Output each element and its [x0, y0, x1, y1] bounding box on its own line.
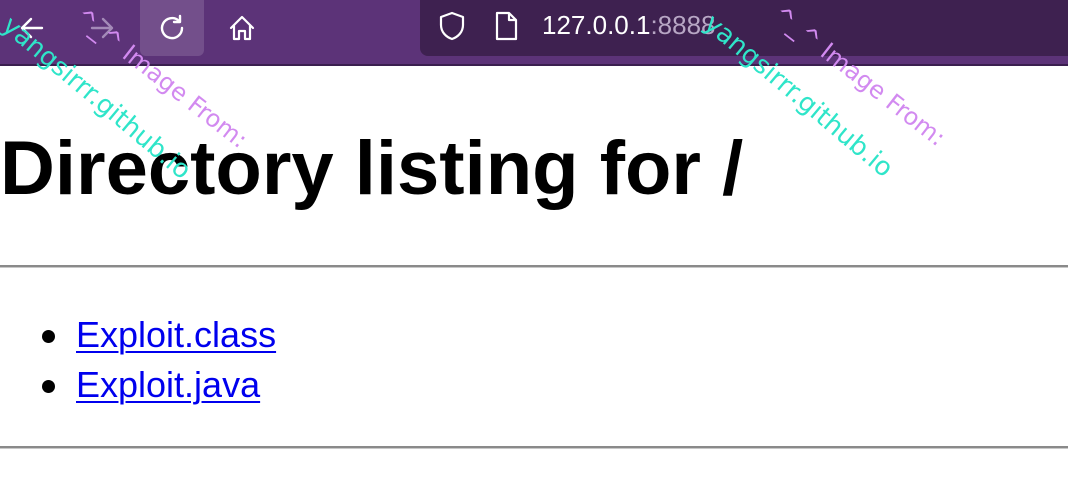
arrow-left-icon [20, 17, 44, 39]
file-link-exploit-java[interactable]: Exploit.java [76, 364, 260, 405]
file-list: Exploit.class Exploit.java [0, 312, 276, 412]
reload-button[interactable] [140, 0, 204, 56]
page-title: Directory listing for / [0, 126, 744, 211]
page-content: Directory listing for / Exploit.class Ex… [0, 66, 1068, 486]
file-link-exploit-class[interactable]: Exploit.class [76, 314, 276, 355]
home-icon [229, 15, 255, 41]
list-item: Exploit.class [0, 312, 276, 362]
shield-icon [439, 11, 465, 41]
forward-button[interactable] [70, 0, 134, 56]
home-button[interactable] [210, 0, 274, 56]
url-port: :8888 [650, 10, 716, 40]
page-icon [495, 11, 518, 41]
divider [0, 265, 1068, 268]
tracking-protection-button[interactable] [436, 8, 468, 44]
address-bar[interactable]: 127.0.0.1:8888 [420, 0, 1068, 56]
bullet-icon [42, 330, 55, 343]
site-info-button[interactable] [490, 8, 522, 44]
url-host: 127.0.0.1 [542, 10, 651, 40]
reload-icon [160, 14, 184, 40]
divider [0, 446, 1068, 449]
list-item: Exploit.java [0, 362, 276, 412]
bullet-icon [42, 380, 55, 393]
back-button[interactable] [0, 0, 64, 56]
url-text[interactable]: 127.0.0.1:8888 [542, 10, 716, 40]
arrow-right-icon [90, 17, 114, 39]
browser-toolbar: 127.0.0.1:8888 [0, 0, 1068, 66]
